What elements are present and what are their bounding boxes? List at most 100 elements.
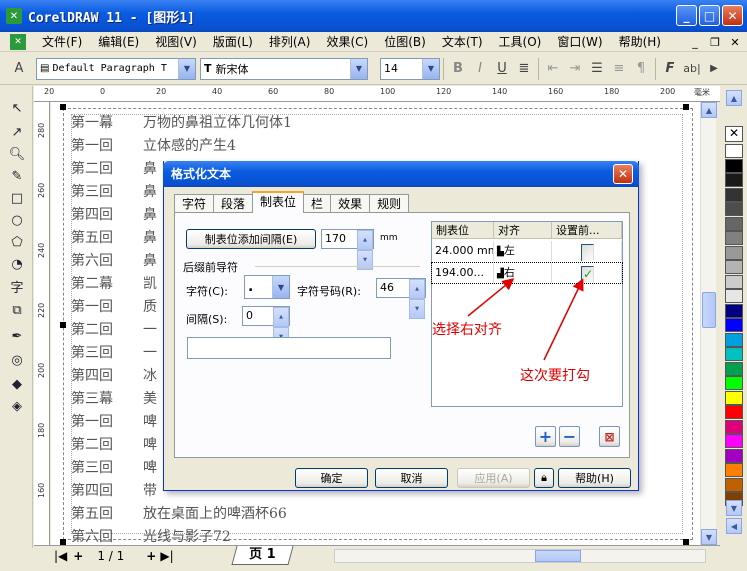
menu-arrange[interactable]: 排列(A) [261,32,319,52]
set-before-checkbox[interactable] [581,266,594,283]
chevron-down-icon[interactable]: ▼ [272,276,289,298]
selection-handle[interactable] [683,104,689,110]
fill-tool-icon[interactable]: ◆ [7,374,27,394]
cancel-button[interactable]: 取消 [375,468,448,488]
char-code-input[interactable]: 46 ▲ ▼ [376,278,426,319]
add-tab-interval-button[interactable]: 制表位添加间隔(E) [186,229,316,249]
font-combo[interactable]: T 新宋体 ▼ [200,57,368,80]
color-swatch[interactable] [725,173,743,187]
color-swatch[interactable] [725,376,743,390]
chevron-down-icon[interactable]: ▼ [350,58,367,79]
palette-expand-icon[interactable]: ◀ [726,518,742,534]
more-icon[interactable]: ▶ [703,58,725,80]
color-swatch[interactable] [725,361,743,376]
zoom-tool-icon[interactable]: 🔍︎ [7,144,27,164]
leader-char-select[interactable]: . ▼ [244,275,290,299]
indent-icon[interactable]: ⇥ [564,58,586,80]
menu-text[interactable]: 文本(T) [434,32,491,52]
no-fill-swatch[interactable]: ✕ [725,126,743,142]
selection-handle[interactable] [60,104,66,110]
tab-effects[interactable]: 效果 [330,194,371,213]
apply-button[interactable]: 应用(A) [457,468,530,488]
rectangle-tool-icon[interactable]: □ [7,188,27,208]
color-swatch[interactable] [725,274,743,289]
color-swatch[interactable] [725,144,743,158]
color-swatch[interactable] [725,347,743,361]
font-size-combo[interactable]: 14 ▼ [380,57,440,80]
close-window-button[interactable]: ✕ [722,5,743,26]
document-icon[interactable]: ✕ [10,33,26,50]
lock-icon[interactable]: 🔒︎ [534,468,554,488]
color-swatch[interactable] [725,405,743,419]
scroll-up-icon[interactable]: ▲ [701,102,717,118]
menu-layout[interactable]: 版面(L) [205,32,261,52]
scroll-down-icon[interactable]: ▼ [701,529,717,545]
color-swatch[interactable] [725,332,743,347]
bullet-list-icon[interactable]: ☰ [586,58,608,80]
eyedropper-tool-icon[interactable]: ✒ [7,326,27,346]
chevron-down-icon[interactable]: ▼ [178,58,195,79]
style-combo[interactable]: ▤ Default Paragraph T ▼ [36,57,196,80]
interactive-blend-tool-icon[interactable]: ⧉ [7,300,27,320]
horizontal-scroll-thumb[interactable] [535,550,581,562]
help-button[interactable]: 帮助(H) [558,468,631,488]
outdent-icon[interactable]: ⇤ [542,58,564,80]
first-page-icon[interactable]: |◀ [54,549,67,563]
minimize-button[interactable]: _ [676,5,697,26]
interactive-fill-tool-icon[interactable]: ◈ [7,396,27,416]
last-page-icon[interactable]: ▶| [160,549,173,563]
set-before-checkbox[interactable] [581,244,594,261]
ok-button[interactable]: 确定 [295,468,368,488]
paragraph-icon[interactable]: ¶ [630,58,652,80]
color-swatch[interactable] [725,448,743,463]
vertical-scroll-thumb[interactable] [702,292,716,328]
doc-minimize-icon[interactable]: _ [687,34,703,50]
vertical-scrollbar[interactable]: ▲ ▼ [700,102,717,545]
color-swatch[interactable] [725,216,743,231]
align-icon[interactable]: ≣ [513,58,535,80]
bold-icon[interactable]: B [447,58,469,80]
pick-tool-icon[interactable]: ↖ [7,98,27,118]
color-swatch[interactable] [725,390,743,405]
coreldraw-app-icon[interactable]: ✕ [6,8,22,24]
tab-columns[interactable]: 栏 [303,194,332,213]
color-swatch[interactable] [725,231,743,245]
remove-tab-button[interactable]: − [559,426,580,447]
chevron-down-icon[interactable]: ▼ [422,58,439,79]
color-swatch[interactable] [725,477,743,492]
menu-window[interactable]: 窗口(W) [549,32,610,52]
edit-text-icon[interactable]: ab| [681,58,703,80]
add-page-after-icon[interactable]: + [146,549,156,563]
spacing-input[interactable]: 0 ▲▼ [242,306,290,347]
ellipse-tool-icon[interactable]: ○ [7,210,27,230]
table-row[interactable]: 24.000 mm ▙左 [432,241,622,261]
menu-tools[interactable]: 工具(O) [491,32,550,52]
menu-edit[interactable]: 编辑(E) [90,32,147,52]
text-tool-icon[interactable]: A [8,58,30,80]
tab-tabs[interactable]: 制表位 [252,191,305,213]
color-swatch[interactable] [725,202,743,216]
add-page-before-icon[interactable]: + [73,549,83,563]
drop-cap-icon[interactable]: ≡ [608,58,630,80]
maximize-button[interactable]: □ [699,5,720,26]
color-swatch[interactable] [725,463,743,477]
underline-icon[interactable]: U [491,58,513,80]
selection-handle[interactable] [60,322,66,328]
freehand-tool-icon[interactable]: ✎ [7,166,27,186]
tab-rules[interactable]: 规则 [369,194,410,213]
tab-paragraph[interactable]: 段落 [213,194,254,213]
color-swatch[interactable] [725,187,743,202]
color-swatch[interactable] [725,318,743,332]
doc-restore-icon[interactable]: ❐ [707,34,723,50]
add-tab-button[interactable]: + [535,426,556,447]
color-swatch[interactable] [725,419,743,434]
menu-view[interactable]: 视图(V) [147,32,205,52]
color-swatch[interactable] [725,245,743,260]
text-tool-icon[interactable]: 字 [7,276,27,296]
shape-tool-icon[interactable]: ↗ [7,122,27,142]
format-text-icon[interactable]: F [659,58,681,80]
delete-all-tabs-icon[interactable]: ⊠ [599,426,620,447]
polygon-tool-icon[interactable]: ⬠ [7,232,27,252]
color-swatch[interactable] [725,158,743,173]
basic-shapes-tool-icon[interactable]: ◔ [7,254,27,274]
